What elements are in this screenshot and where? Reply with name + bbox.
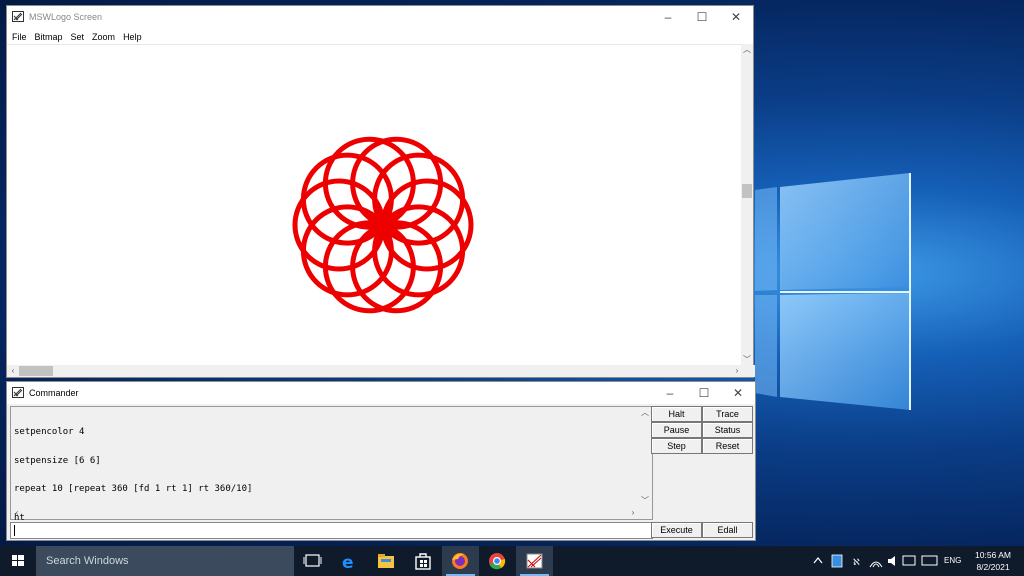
trace-button[interactable]: Trace [702,406,753,422]
close-button[interactable]: ✕ [721,382,755,404]
minimize-button[interactable]: – [651,6,685,28]
execute-button[interactable]: Execute [651,522,702,538]
mswlogo-icon [12,11,24,22]
firefox-icon[interactable] [442,546,479,576]
vertical-scroll-thumb[interactable] [742,184,752,198]
minimize-button[interactable]: – [653,382,687,404]
svg-text:e: e [342,553,354,573]
close-button[interactable]: ✕ [719,6,753,28]
file-explorer-icon[interactable] [368,546,405,576]
search-placeholder: Search Windows [46,555,129,567]
scroll-right-icon[interactable]: › [731,365,743,377]
reset-button[interactable]: Reset [702,438,753,454]
command-history[interactable]: setpencolor 4 setpensize [6 6] repeat 10… [10,406,653,522]
clock-time: 10:56 AM [975,550,1011,560]
menu-zoom[interactable]: Zoom [88,30,119,44]
history-horizontal-scrollbar[interactable]: ‹ › [11,507,639,519]
language-indicator[interactable]: ENG [944,556,961,565]
windows-start-icon [12,555,24,566]
scroll-up-icon[interactable]: ︿ [639,407,651,419]
title-bar[interactable]: MSWLogo Screen – ☐ ✕ [7,6,753,28]
horizontal-scroll-thumb[interactable] [19,366,53,376]
menu-set[interactable]: Set [67,30,89,44]
text-caret [14,525,15,536]
mswlogo-screen-window: MSWLogo Screen – ☐ ✕ File Bitmap Set Zoom He… [6,5,755,378]
edall-button[interactable]: Edall [702,522,753,538]
step-button[interactable]: Step [651,438,702,454]
menu-help[interactable]: Help [119,30,146,44]
maximize-button[interactable]: ☐ [687,382,721,404]
mswlogo-icon [12,387,24,398]
history-line[interactable]: setpencolor 4 [14,427,252,438]
scroll-up-icon[interactable]: ︿ [741,44,753,56]
commander-title: Commander [29,388,79,398]
windows-logo-wallpaper [755,173,911,410]
commander-title-bar[interactable]: Commander – ☐ ✕ [7,382,755,404]
history-line[interactable]: setpensize [6 6] [14,456,252,467]
menu-bitmap[interactable]: Bitmap [31,30,67,44]
commander-window: Commander – ☐ ✕ setpencolor 4 setpensize… [6,381,756,541]
scroll-left-icon[interactable]: ‹ [7,365,19,377]
scroll-down-icon[interactable]: ﹀ [639,495,651,507]
status-button[interactable]: Status [702,422,753,438]
drawing-canvas[interactable] [7,44,743,366]
command-input[interactable] [10,522,653,539]
menu-file[interactable]: File [7,30,31,44]
chrome-icon[interactable] [479,546,516,576]
store-icon[interactable] [405,546,442,576]
scroll-right-icon[interactable]: › [627,507,639,519]
halt-button[interactable]: Halt [651,406,702,422]
mswlogo-icon[interactable] [516,546,553,576]
maximize-button[interactable]: ☐ [685,6,719,28]
edge-icon[interactable]: e [331,546,368,576]
svg-text:ℵ: ℵ [853,558,860,568]
rosette-drawing [292,136,474,314]
vertical-scrollbar[interactable]: ︿ ﹀ [741,44,753,366]
search-box[interactable]: Search Windows [36,546,294,576]
start-button[interactable] [0,546,36,576]
system-tray-icons: ℵ [813,554,938,568]
taskbar: Search Windows e ℵ ENG 10:56 AM 8/2/2021 [0,546,1024,576]
horizontal-scrollbar[interactable]: ‹ › [7,365,755,377]
window-title: MSWLogo Screen [29,12,103,22]
clock[interactable]: 10:56 AM 8/2/2021 [968,549,1018,573]
scroll-left-icon[interactable]: ‹ [11,507,23,519]
pause-button[interactable]: Pause [651,422,702,438]
clock-date: 8/2/2021 [976,562,1010,572]
task-view-icon[interactable] [294,546,331,576]
history-line[interactable]: repeat 10 [repeat 360 [fd 1 rt 1] rt 360… [14,484,252,495]
